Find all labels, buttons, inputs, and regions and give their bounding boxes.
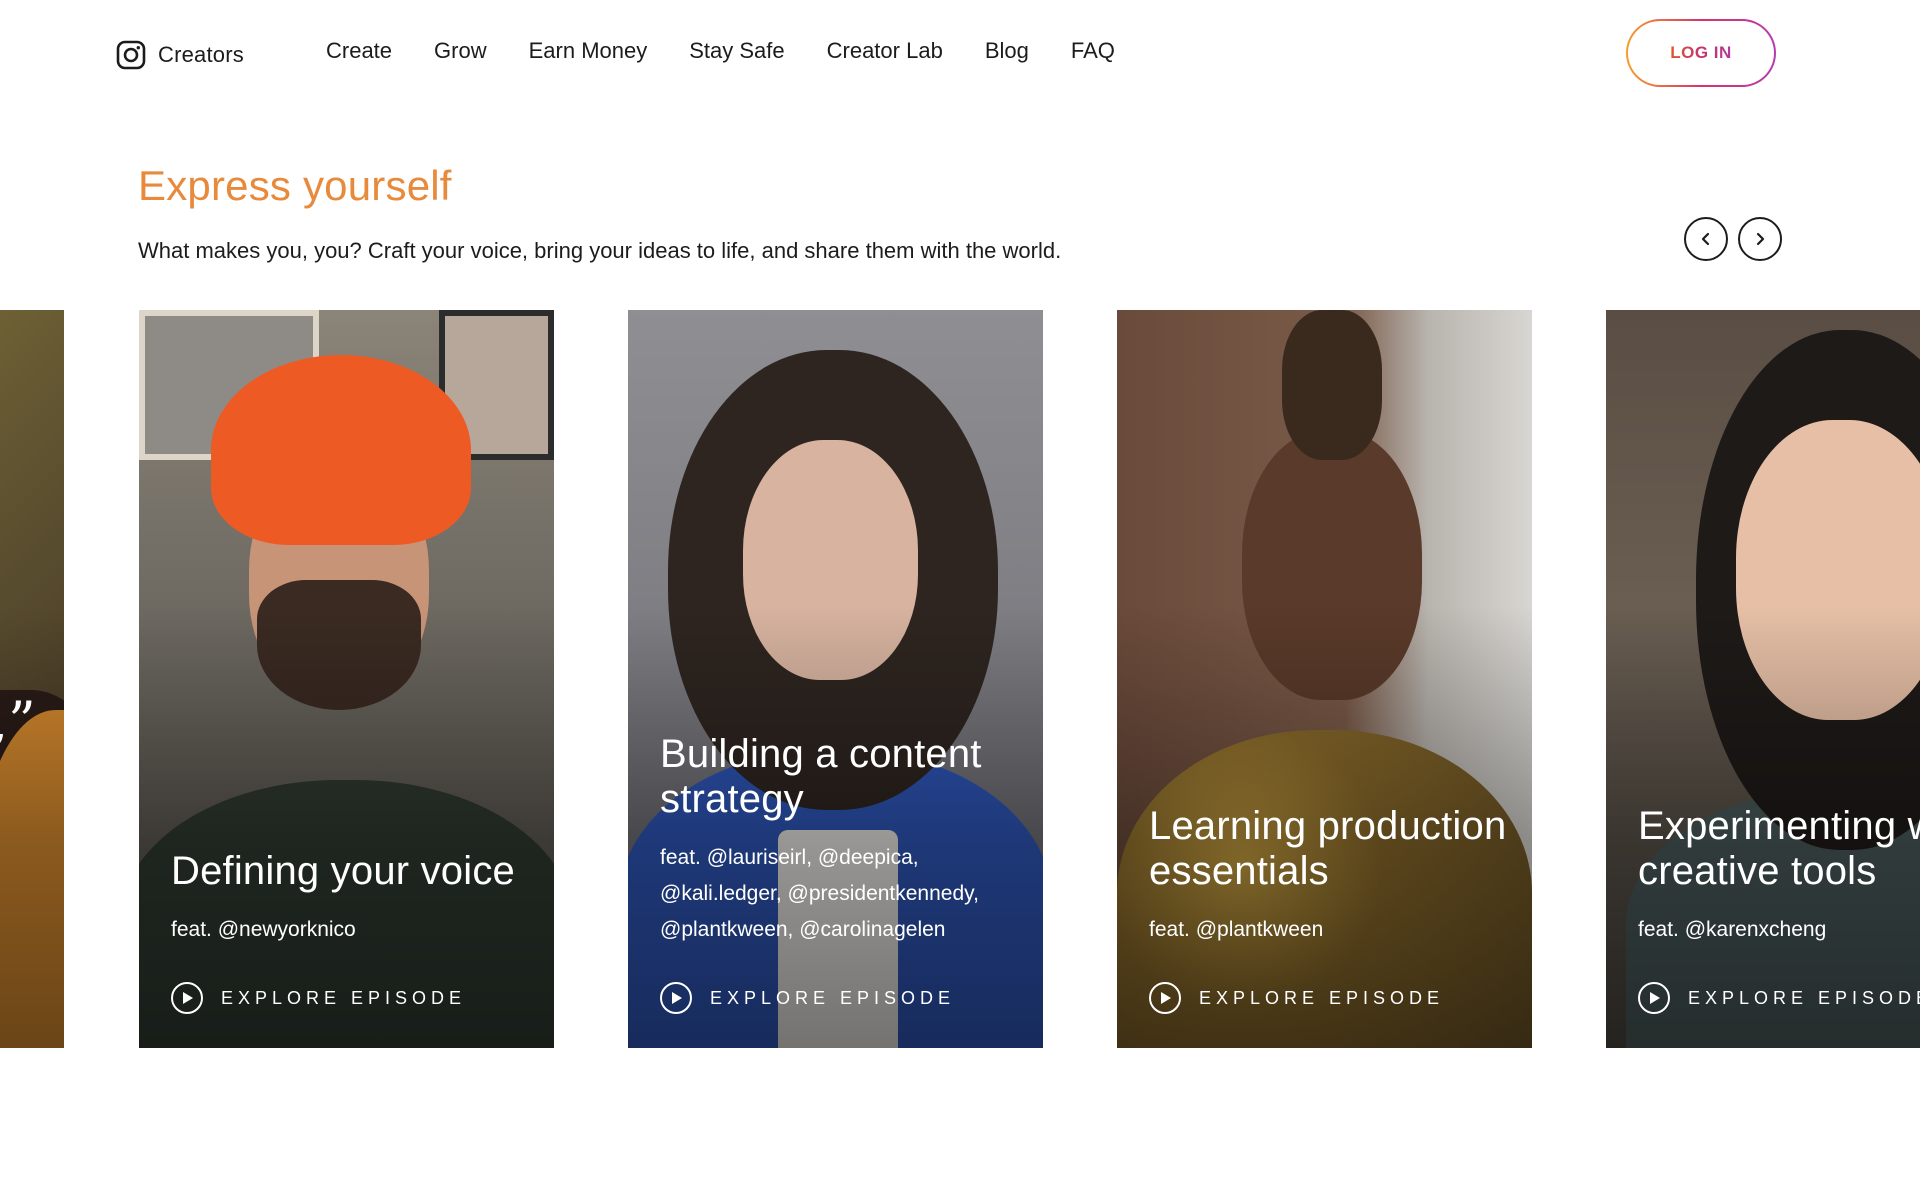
nav-faq[interactable]: FAQ — [1071, 38, 1115, 64]
explore-episode-button[interactable]: EXPLORE EPISODE — [1149, 982, 1508, 1014]
login-label: LOG IN — [1670, 43, 1732, 62]
episode-card-content-strategy[interactable]: Building a content strategy feat. @lauri… — [628, 310, 1043, 1048]
card-overlay — [0, 310, 64, 1048]
explore-episode-label: EXPLORE EPISODE — [1688, 987, 1920, 1008]
login-button-inner: LOG IN — [1628, 21, 1774, 85]
instagram-icon — [116, 40, 146, 70]
explore-episode-label: EXPLORE EPISODE — [710, 987, 956, 1008]
brand-link[interactable]: Creators — [116, 40, 244, 70]
episode-card-partial[interactable]: ,” — [0, 310, 64, 1048]
carousel-prev-button[interactable] — [1684, 217, 1728, 261]
nav-earn-money[interactable]: Earn Money — [529, 38, 648, 64]
play-icon — [660, 982, 692, 1014]
chevron-right-icon — [1756, 232, 1765, 246]
episode-card-defining-voice[interactable]: Defining your voice feat. @newyorknico E… — [139, 310, 554, 1048]
quote-mark: ,” — [0, 690, 36, 753]
explore-episode-button[interactable]: EXPLORE EPISODE — [171, 982, 530, 1014]
card-featured-creators: feat. @plantkween — [1149, 918, 1324, 941]
nav-creator-lab[interactable]: Creator Lab — [827, 38, 943, 64]
play-icon — [1638, 982, 1670, 1014]
card-text: Learning production essentials feat. @pl… — [1149, 804, 1508, 1014]
play-icon — [1149, 982, 1181, 1014]
explore-episode-label: EXPLORE EPISODE — [1199, 987, 1445, 1008]
main-nav: Create Grow Earn Money Stay Safe Creator… — [326, 38, 1115, 64]
nav-stay-safe[interactable]: Stay Safe — [689, 38, 784, 64]
card-featured-creators: feat. @newyorknico — [171, 918, 356, 941]
carousel-next-button[interactable] — [1738, 217, 1782, 261]
card-text: Defining your voice feat. @newyorknico E… — [171, 849, 530, 1014]
explore-episode-button[interactable]: EXPLORE EPISODE — [1638, 982, 1920, 1014]
card-title: Building a content strategy — [660, 732, 982, 821]
card-title: Experimenting with creative tools — [1638, 804, 1920, 893]
nav-create[interactable]: Create — [326, 38, 392, 64]
card-title: Defining your voice — [171, 849, 515, 893]
login-button[interactable]: LOG IN — [1626, 19, 1776, 87]
explore-episode-button[interactable]: EXPLORE EPISODE — [660, 982, 1019, 1014]
card-text: Building a content strategy feat. @lauri… — [660, 732, 1019, 1014]
card-featured-creators: feat. @karenxcheng — [1638, 918, 1827, 941]
episode-card-production-essentials[interactable]: Learning production essentials feat. @pl… — [1117, 310, 1532, 1048]
card-featured-creators: feat. @lauriseirl, @deepica, @kali.ledge… — [660, 846, 979, 941]
chevron-left-icon — [1701, 232, 1710, 246]
section-title: Express yourself — [138, 162, 452, 209]
episode-card-creative-tools[interactable]: Experimenting with creative tools feat. … — [1606, 310, 1920, 1048]
section-description: What makes you, you? Craft your voice, b… — [138, 238, 1062, 263]
nav-blog[interactable]: Blog — [985, 38, 1029, 64]
card-title: Learning production essentials — [1149, 804, 1507, 893]
nav-grow[interactable]: Grow — [434, 38, 487, 64]
brand-label: Creators — [158, 42, 244, 67]
play-icon — [171, 982, 203, 1014]
explore-episode-label: EXPLORE EPISODE — [221, 987, 467, 1008]
card-text: Experimenting with creative tools feat. … — [1638, 804, 1920, 1014]
episode-carousel: ,” Defining your voice feat. @newyorknic… — [0, 310, 1920, 1048]
site-header: Creators Create Grow Earn Money Stay Saf… — [0, 0, 1920, 110]
